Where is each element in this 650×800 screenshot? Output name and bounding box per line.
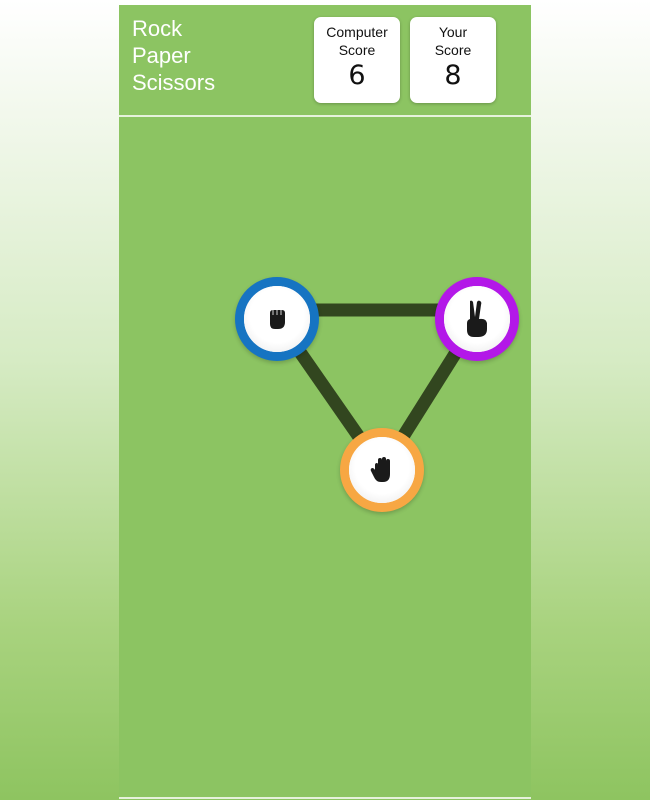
rock-button[interactable] xyxy=(235,277,319,361)
connector-lines xyxy=(271,303,483,474)
footer-divider xyxy=(119,797,531,799)
peace-hand-icon xyxy=(467,300,487,337)
paper-button-face xyxy=(349,437,415,503)
scissors-button[interactable] xyxy=(435,277,519,361)
paper-button[interactable] xyxy=(340,428,424,512)
open-hand-icon xyxy=(370,457,390,482)
fist-icon xyxy=(270,310,285,329)
scissors-button-face xyxy=(444,286,510,352)
rock-button-face xyxy=(244,286,310,352)
game-screen: Rock Paper Scissors Computer Score 6 You… xyxy=(119,5,531,800)
